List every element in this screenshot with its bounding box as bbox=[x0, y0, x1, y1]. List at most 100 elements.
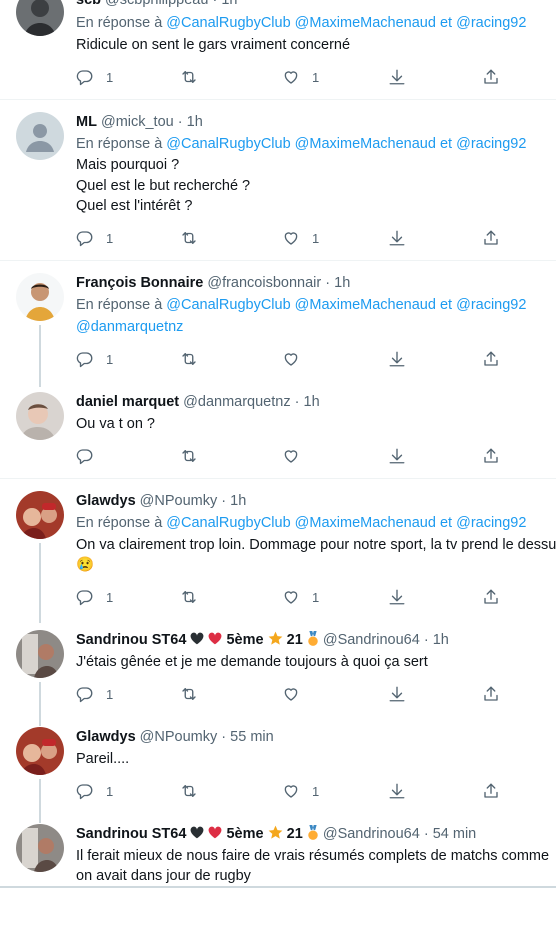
retweet-button[interactable] bbox=[180, 67, 198, 87]
like-button[interactable] bbox=[282, 684, 300, 704]
share-button[interactable] bbox=[482, 446, 500, 466]
share-button[interactable] bbox=[482, 67, 500, 87]
mention-link[interactable]: @CanalRugbyClub bbox=[166, 515, 290, 531]
user-name[interactable]: scb bbox=[76, 0, 101, 8]
user-name[interactable]: ML bbox=[76, 114, 97, 130]
user-name[interactable]: Glawdys bbox=[76, 493, 136, 509]
user-name[interactable]: François Bonnaire bbox=[76, 275, 203, 291]
avatar[interactable] bbox=[16, 630, 64, 678]
user-name[interactable]: Glawdys bbox=[76, 729, 136, 745]
reply-button[interactable]: 1 bbox=[76, 67, 113, 87]
mention-link[interactable]: @MaximeMachenaud bbox=[295, 15, 436, 31]
mention-link[interactable]: @danmarquetnz bbox=[76, 319, 183, 335]
share-button[interactable] bbox=[482, 781, 500, 801]
avatar[interactable] bbox=[16, 727, 64, 775]
download-icon bbox=[388, 229, 406, 247]
timestamp[interactable]: 1h bbox=[334, 275, 350, 291]
timestamp[interactable]: 1h bbox=[221, 0, 237, 8]
mention-link[interactable]: @MaximeMachenaud bbox=[295, 297, 436, 313]
like-button[interactable]: 1 bbox=[282, 781, 319, 801]
timestamp[interactable]: 1h bbox=[433, 632, 449, 648]
retweet-button[interactable] bbox=[180, 228, 198, 248]
download-icon bbox=[388, 447, 406, 465]
share-button[interactable] bbox=[482, 349, 500, 369]
tweet-text: Mais pourquoi ? bbox=[76, 157, 180, 173]
first-place-medal-emoji bbox=[308, 825, 318, 840]
user-handle[interactable]: @mick_tou bbox=[101, 114, 174, 130]
retweet-button[interactable] bbox=[180, 684, 198, 704]
reply-button[interactable] bbox=[76, 446, 94, 466]
avatar[interactable] bbox=[16, 0, 64, 36]
separator-dot: · bbox=[177, 114, 183, 130]
tweet[interactable]: Glawdys @NPoumky · 1h En réponse à @Cana… bbox=[0, 479, 556, 623]
mention-link[interactable]: @MaximeMachenaud bbox=[295, 515, 436, 531]
user-handle[interactable]: @danmarquetnz bbox=[183, 394, 290, 410]
avatar[interactable] bbox=[16, 824, 64, 872]
tweet[interactable]: ML @mick_tou · 1h En réponse à @CanalRug… bbox=[0, 100, 556, 261]
like-button[interactable]: 1 bbox=[282, 67, 319, 87]
reply-button[interactable]: 1 bbox=[76, 587, 113, 607]
user-name[interactable]: Sandrinou ST64 bbox=[76, 632, 186, 648]
retweet-button[interactable] bbox=[180, 349, 198, 369]
download-button[interactable] bbox=[388, 446, 406, 466]
timestamp[interactable]: 1h bbox=[230, 493, 246, 509]
tweet-text: J'étais gênée et je me demande toujours … bbox=[76, 654, 428, 670]
user-handle[interactable]: @NPoumky bbox=[140, 729, 218, 745]
user-handle[interactable]: @NPoumky bbox=[140, 493, 218, 509]
avatar[interactable] bbox=[16, 491, 64, 539]
download-button[interactable] bbox=[388, 67, 406, 87]
tweet[interactable]: Sandrinou ST64 5ème 21 @Sandrinou64 · 54… bbox=[0, 814, 556, 887]
reply-button[interactable]: 1 bbox=[76, 684, 113, 704]
like-button[interactable] bbox=[282, 446, 300, 466]
mention-link[interactable]: @CanalRugbyClub bbox=[166, 297, 290, 313]
tweet[interactable]: Sandrinou ST64 5ème 21 @Sandrinou64 · 1h… bbox=[0, 620, 556, 726]
avatar[interactable] bbox=[16, 112, 64, 160]
user-handle[interactable]: @francoisbonnair bbox=[207, 275, 321, 291]
share-button[interactable] bbox=[482, 684, 500, 704]
tweet[interactable]: Glawdys @NPoumky · 55 min Pareil.... 1 1 bbox=[0, 717, 556, 823]
tweet[interactable]: scb @scbphilippeau · 1h En réponse à @Ca… bbox=[0, 0, 556, 100]
download-button[interactable] bbox=[388, 228, 406, 248]
mention-link[interactable]: @CanalRugbyClub bbox=[166, 136, 290, 152]
reply-button[interactable]: 1 bbox=[76, 781, 113, 801]
timestamp[interactable]: 1h bbox=[304, 394, 320, 410]
user-handle[interactable]: @scbphilippeau bbox=[105, 0, 208, 8]
retweet-button[interactable] bbox=[180, 587, 198, 607]
mention-link[interactable]: @racing92 bbox=[456, 297, 526, 313]
reply-context: En réponse à @CanalRugbyClub @MaximeMach… bbox=[76, 515, 527, 531]
reply-button[interactable]: 1 bbox=[76, 228, 113, 248]
download-button[interactable] bbox=[388, 587, 406, 607]
mention-link[interactable]: @CanalRugbyClub bbox=[166, 15, 290, 31]
user-handle[interactable]: @Sandrinou64 bbox=[323, 632, 420, 648]
reply-button[interactable]: 1 bbox=[76, 349, 113, 369]
separator-dot: · bbox=[423, 632, 429, 648]
download-button[interactable] bbox=[388, 349, 406, 369]
like-button[interactable]: 1 bbox=[282, 228, 319, 248]
user-name[interactable]: Sandrinou ST64 bbox=[76, 826, 186, 842]
tweet-text: Ridicule on sent le gars vraiment concer… bbox=[76, 37, 351, 53]
thread-line bbox=[39, 325, 41, 387]
like-button[interactable]: 1 bbox=[282, 587, 319, 607]
share-icon bbox=[482, 229, 500, 247]
user-name[interactable]: daniel marquet bbox=[76, 394, 179, 410]
share-button[interactable] bbox=[482, 587, 500, 607]
share-button[interactable] bbox=[482, 228, 500, 248]
retweet-button[interactable] bbox=[180, 446, 198, 466]
timestamp[interactable]: 1h bbox=[187, 114, 203, 130]
download-button[interactable] bbox=[388, 781, 406, 801]
download-button[interactable] bbox=[388, 684, 406, 704]
avatar[interactable] bbox=[16, 392, 64, 440]
mention-link[interactable]: @racing92 bbox=[456, 136, 526, 152]
mention-link[interactable]: @racing92 bbox=[456, 15, 526, 31]
timestamp[interactable]: 54 min bbox=[433, 826, 477, 842]
like-button[interactable] bbox=[282, 349, 300, 369]
timestamp[interactable]: 55 min bbox=[230, 729, 274, 745]
tweet[interactable]: daniel marquet @danmarquetnz · 1h Ou va … bbox=[0, 382, 556, 479]
share-icon bbox=[482, 447, 500, 465]
mention-link[interactable]: @MaximeMachenaud bbox=[295, 136, 436, 152]
retweet-button[interactable] bbox=[180, 781, 198, 801]
user-handle[interactable]: @Sandrinou64 bbox=[323, 826, 420, 842]
tweet[interactable]: François Bonnaire @francoisbonnair · 1h … bbox=[0, 261, 556, 387]
avatar[interactable] bbox=[16, 273, 64, 321]
mention-link[interactable]: @racing92 bbox=[456, 515, 526, 531]
